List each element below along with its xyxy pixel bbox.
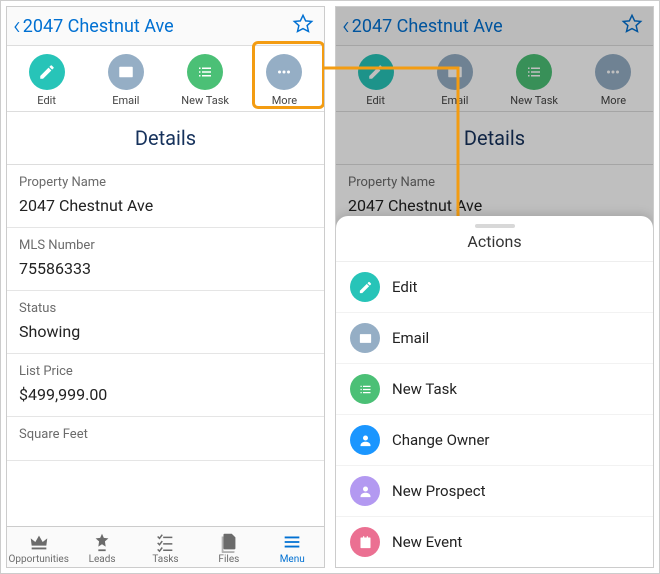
tab-leads[interactable]: Leads	[72, 531, 132, 565]
sheet-item-new-task[interactable]: New Task	[336, 364, 653, 415]
checklist-icon	[350, 374, 380, 404]
phone-right: ‹ 2047 Chestnut Ave Edit Email New Task	[335, 6, 654, 568]
pencil-icon	[29, 54, 65, 90]
action-more[interactable]: More	[254, 54, 314, 107]
mail-icon	[108, 54, 144, 90]
ellipsis-icon	[266, 54, 302, 90]
checklist-icon	[516, 54, 552, 90]
field-value: 2047 Chestnut Ave	[348, 196, 641, 215]
sheet-item-label: Email	[392, 329, 429, 347]
screenshot-container: ‹ 2047 Chestnut Ave Edit Email New Task	[0, 0, 660, 574]
page-header: ‹ 2047 Chestnut Ave	[336, 7, 653, 46]
sheet-item-label: New Prospect	[392, 482, 485, 500]
page-title[interactable]: 2047 Chestnut Ave	[352, 16, 621, 37]
favorite-star-icon[interactable]	[292, 13, 314, 39]
field-label: Property Name	[19, 175, 312, 190]
field-mls-number: MLS Number 75586333	[7, 228, 324, 291]
crown-icon	[28, 531, 50, 553]
star-person-icon	[91, 531, 113, 553]
person-icon	[350, 425, 380, 455]
actions-row: Edit Email New Task More	[336, 46, 653, 112]
action-email[interactable]: Email	[96, 54, 156, 107]
action-more-label: More	[272, 94, 297, 107]
tab-label: Opportunities	[9, 554, 69, 565]
sheet-item-new-prospect[interactable]: New Prospect	[336, 466, 653, 517]
mail-icon	[350, 323, 380, 353]
field-label: Square Feet	[19, 427, 312, 442]
tab-label: Tasks	[152, 554, 178, 565]
action-edit-label: Edit	[37, 94, 56, 107]
sheet-item-new-event[interactable]: New Event	[336, 517, 653, 567]
phone-left: ‹ 2047 Chestnut Ave Edit Email New Task	[6, 6, 325, 568]
details-heading: Details	[336, 112, 653, 165]
tab-files[interactable]: Files	[199, 531, 259, 565]
field-value: $499,999.00	[19, 385, 312, 404]
action-edit[interactable]: Edit	[346, 54, 406, 107]
tab-bar: Opportunities Leads Tasks Files Menu	[7, 526, 324, 567]
field-property-name: Property Name 2047 Chestnut Ave	[7, 165, 324, 228]
favorite-star-icon[interactable]	[621, 13, 643, 39]
tasks-icon	[154, 531, 176, 553]
sheet-item-label: New Task	[392, 380, 457, 398]
field-status: Status Showing	[7, 291, 324, 354]
tab-label: Leads	[89, 554, 116, 565]
field-label: Property Name	[348, 175, 641, 190]
field-label: Status	[19, 301, 312, 316]
action-new-task-label: New Task	[181, 94, 229, 107]
checklist-icon	[187, 54, 223, 90]
mail-icon	[437, 54, 473, 90]
field-label: List Price	[19, 364, 312, 379]
back-chevron-icon[interactable]: ‹	[340, 13, 352, 39]
menu-icon	[281, 531, 303, 553]
action-more-label: More	[601, 94, 626, 107]
action-email-label: Email	[441, 94, 468, 107]
contact-icon	[350, 476, 380, 506]
tab-label: Files	[218, 554, 239, 565]
back-chevron-icon[interactable]: ‹	[11, 13, 23, 39]
sheet-item-edit[interactable]: Edit	[336, 262, 653, 313]
tab-tasks[interactable]: Tasks	[135, 531, 195, 565]
ellipsis-icon	[595, 54, 631, 90]
pencil-icon	[358, 54, 394, 90]
action-edit-label: Edit	[366, 94, 385, 107]
action-email-label: Email	[112, 94, 139, 107]
pencil-icon	[350, 272, 380, 302]
tab-label: Menu	[280, 554, 305, 565]
main-screen: ‹ 2047 Chestnut Ave Edit Email New Task	[7, 7, 324, 567]
field-value: 2047 Chestnut Ave	[19, 196, 312, 215]
field-label: MLS Number	[19, 238, 312, 253]
sheet-item-email[interactable]: Email	[336, 313, 653, 364]
fields-list: Property Name 2047 Chestnut Ave MLS Numb…	[7, 165, 324, 526]
sheet-item-label: Edit	[392, 278, 417, 296]
field-value: 75586333	[19, 259, 312, 278]
page-title[interactable]: 2047 Chestnut Ave	[23, 16, 292, 37]
action-email[interactable]: Email	[425, 54, 485, 107]
calendar-icon	[350, 527, 380, 557]
action-edit[interactable]: Edit	[17, 54, 77, 107]
actions-sheet: Actions Edit Email New Task Change Owner…	[336, 216, 653, 567]
details-heading: Details	[7, 112, 324, 165]
page-header: ‹ 2047 Chestnut Ave	[7, 7, 324, 46]
files-icon	[218, 531, 240, 553]
sheet-handle[interactable]	[475, 224, 515, 228]
field-list-price: List Price $499,999.00	[7, 354, 324, 417]
sheet-item-label: New Event	[392, 533, 462, 551]
sheet-title: Actions	[336, 232, 653, 262]
tab-menu[interactable]: Menu	[262, 531, 322, 565]
tab-opportunities[interactable]: Opportunities	[9, 531, 69, 565]
actions-row: Edit Email New Task More	[7, 46, 324, 112]
action-new-task-label: New Task	[510, 94, 558, 107]
action-more[interactable]: More	[583, 54, 643, 107]
field-square-feet: Square Feet	[7, 417, 324, 461]
field-value: Showing	[19, 322, 312, 341]
action-new-task[interactable]: New Task	[175, 54, 235, 107]
sheet-item-label: Change Owner	[392, 431, 489, 449]
sheet-item-change-owner[interactable]: Change Owner	[336, 415, 653, 466]
action-new-task[interactable]: New Task	[504, 54, 564, 107]
